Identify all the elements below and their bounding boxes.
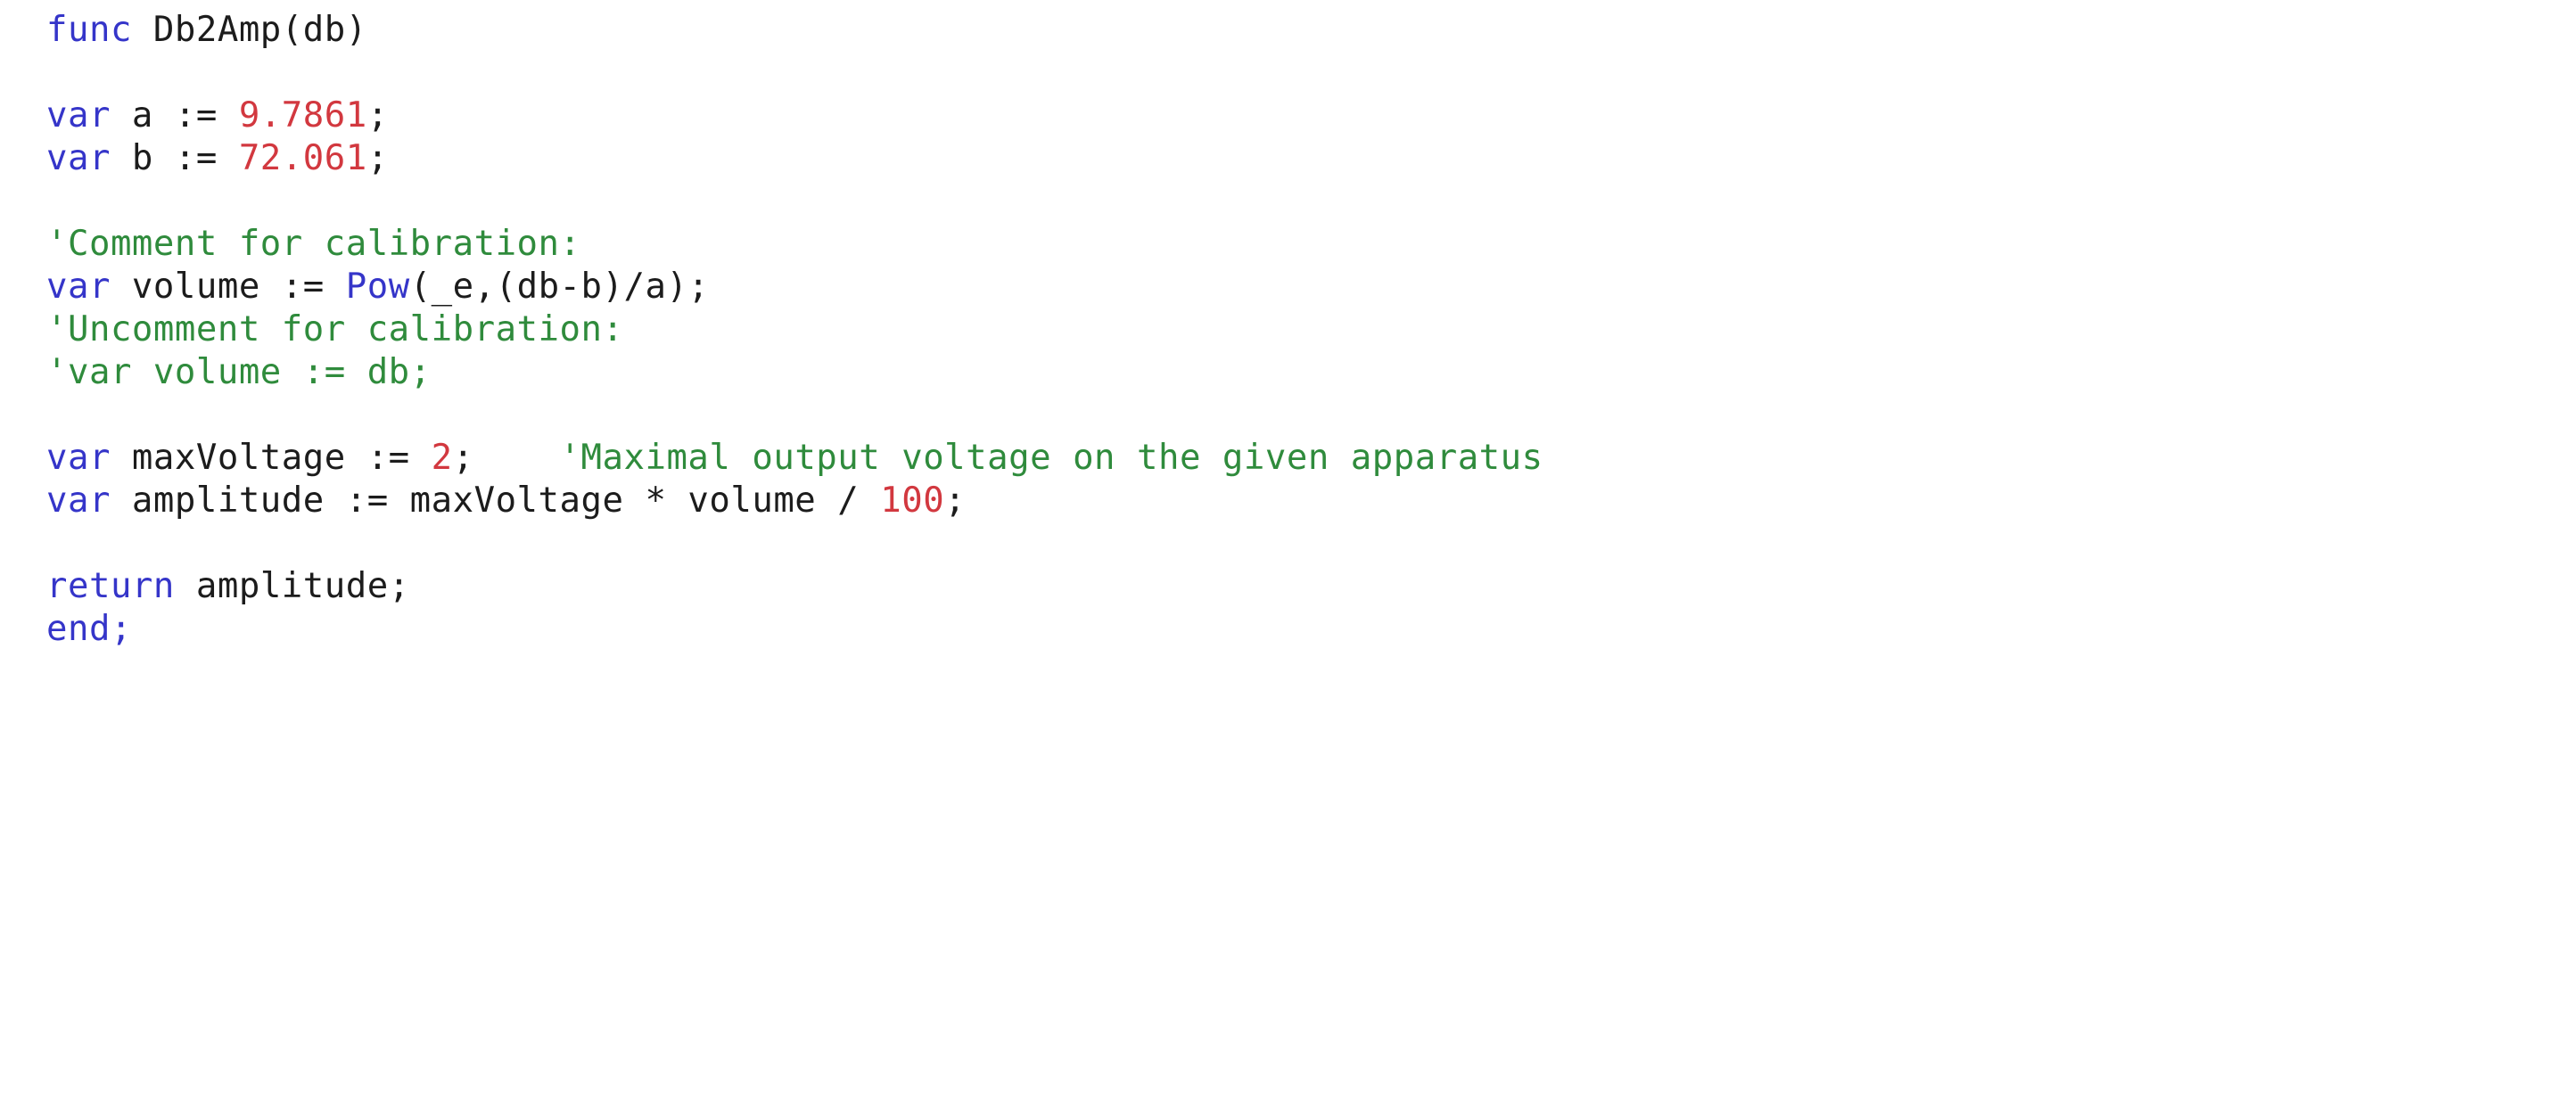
- code-token-plain: amplitude := maxVoltage * volume /: [131, 480, 881, 521]
- code-token-plain: (_e,(db-b)/a);: [409, 267, 710, 307]
- code-token-keyword: var: [46, 438, 132, 478]
- code-line: var volume := Pow(_e,(db-b)/a);: [46, 266, 2576, 308]
- code-token-comment: 'Uncomment for calibration:: [46, 309, 624, 349]
- code-token-plain: b :=: [131, 138, 239, 178]
- code-line: return amplitude;: [46, 565, 2576, 608]
- code-line: end;: [46, 608, 2576, 651]
- code-token-punct: ;: [452, 438, 474, 478]
- code-token-punct: ;: [944, 480, 967, 521]
- code-token-number: 2: [431, 438, 453, 478]
- code-token-number: 72.061: [238, 138, 367, 178]
- code-token-comment: 'var volume := db;: [46, 352, 432, 392]
- code-token-number: 100: [880, 480, 945, 521]
- code-token-keyword: var: [46, 95, 132, 136]
- code-token-number: 9.7861: [238, 95, 367, 136]
- code-line: 'var volume := db;: [46, 351, 2576, 394]
- code-listing-canvas: func Db2Amp(db) var a := 9.7861; var b :=…: [0, 0, 2576, 1117]
- code-token-keyword: ;: [110, 609, 132, 649]
- code-token-comment: 'Maximal output voltage on the given app…: [559, 438, 1543, 478]
- code-token-plain: volume :=: [131, 267, 346, 307]
- code-token-keyword: end: [46, 609, 111, 649]
- code-line: var b := 72.061;: [46, 137, 2576, 180]
- code-block[interactable]: func Db2Amp(db) var a := 9.7861; var b :=…: [46, 9, 2576, 651]
- code-token-plain: Db2Amp(db): [152, 10, 367, 50]
- code-line: 'Comment for calibration:: [46, 223, 2576, 266]
- code-line: var amplitude := maxVoltage * volume / 1…: [46, 480, 2576, 522]
- code-line: func Db2Amp(db): [46, 9, 2576, 52]
- code-token-punct: ;: [366, 138, 389, 178]
- code-token-keyword: func: [46, 10, 153, 50]
- code-token-keyword: Pow: [345, 267, 410, 307]
- code-line: 'Uncomment for calibration:: [46, 308, 2576, 351]
- code-token-plain: maxVoltage :=: [131, 438, 432, 478]
- code-token-keyword: return: [46, 566, 196, 606]
- code-token-comment: 'Comment for calibration:: [46, 224, 581, 264]
- code-token-keyword: var: [46, 480, 132, 521]
- code-token-keyword: var: [46, 138, 132, 178]
- code-token-keyword: var: [46, 267, 132, 307]
- code-line: var a := 9.7861;: [46, 94, 2576, 137]
- code-token-plain: amplitude;: [195, 566, 410, 606]
- code-token-punct: ;: [366, 95, 389, 136]
- code-token-plain: a :=: [131, 95, 239, 136]
- code-line: var maxVoltage := 2; 'Maximal output vol…: [46, 437, 2576, 480]
